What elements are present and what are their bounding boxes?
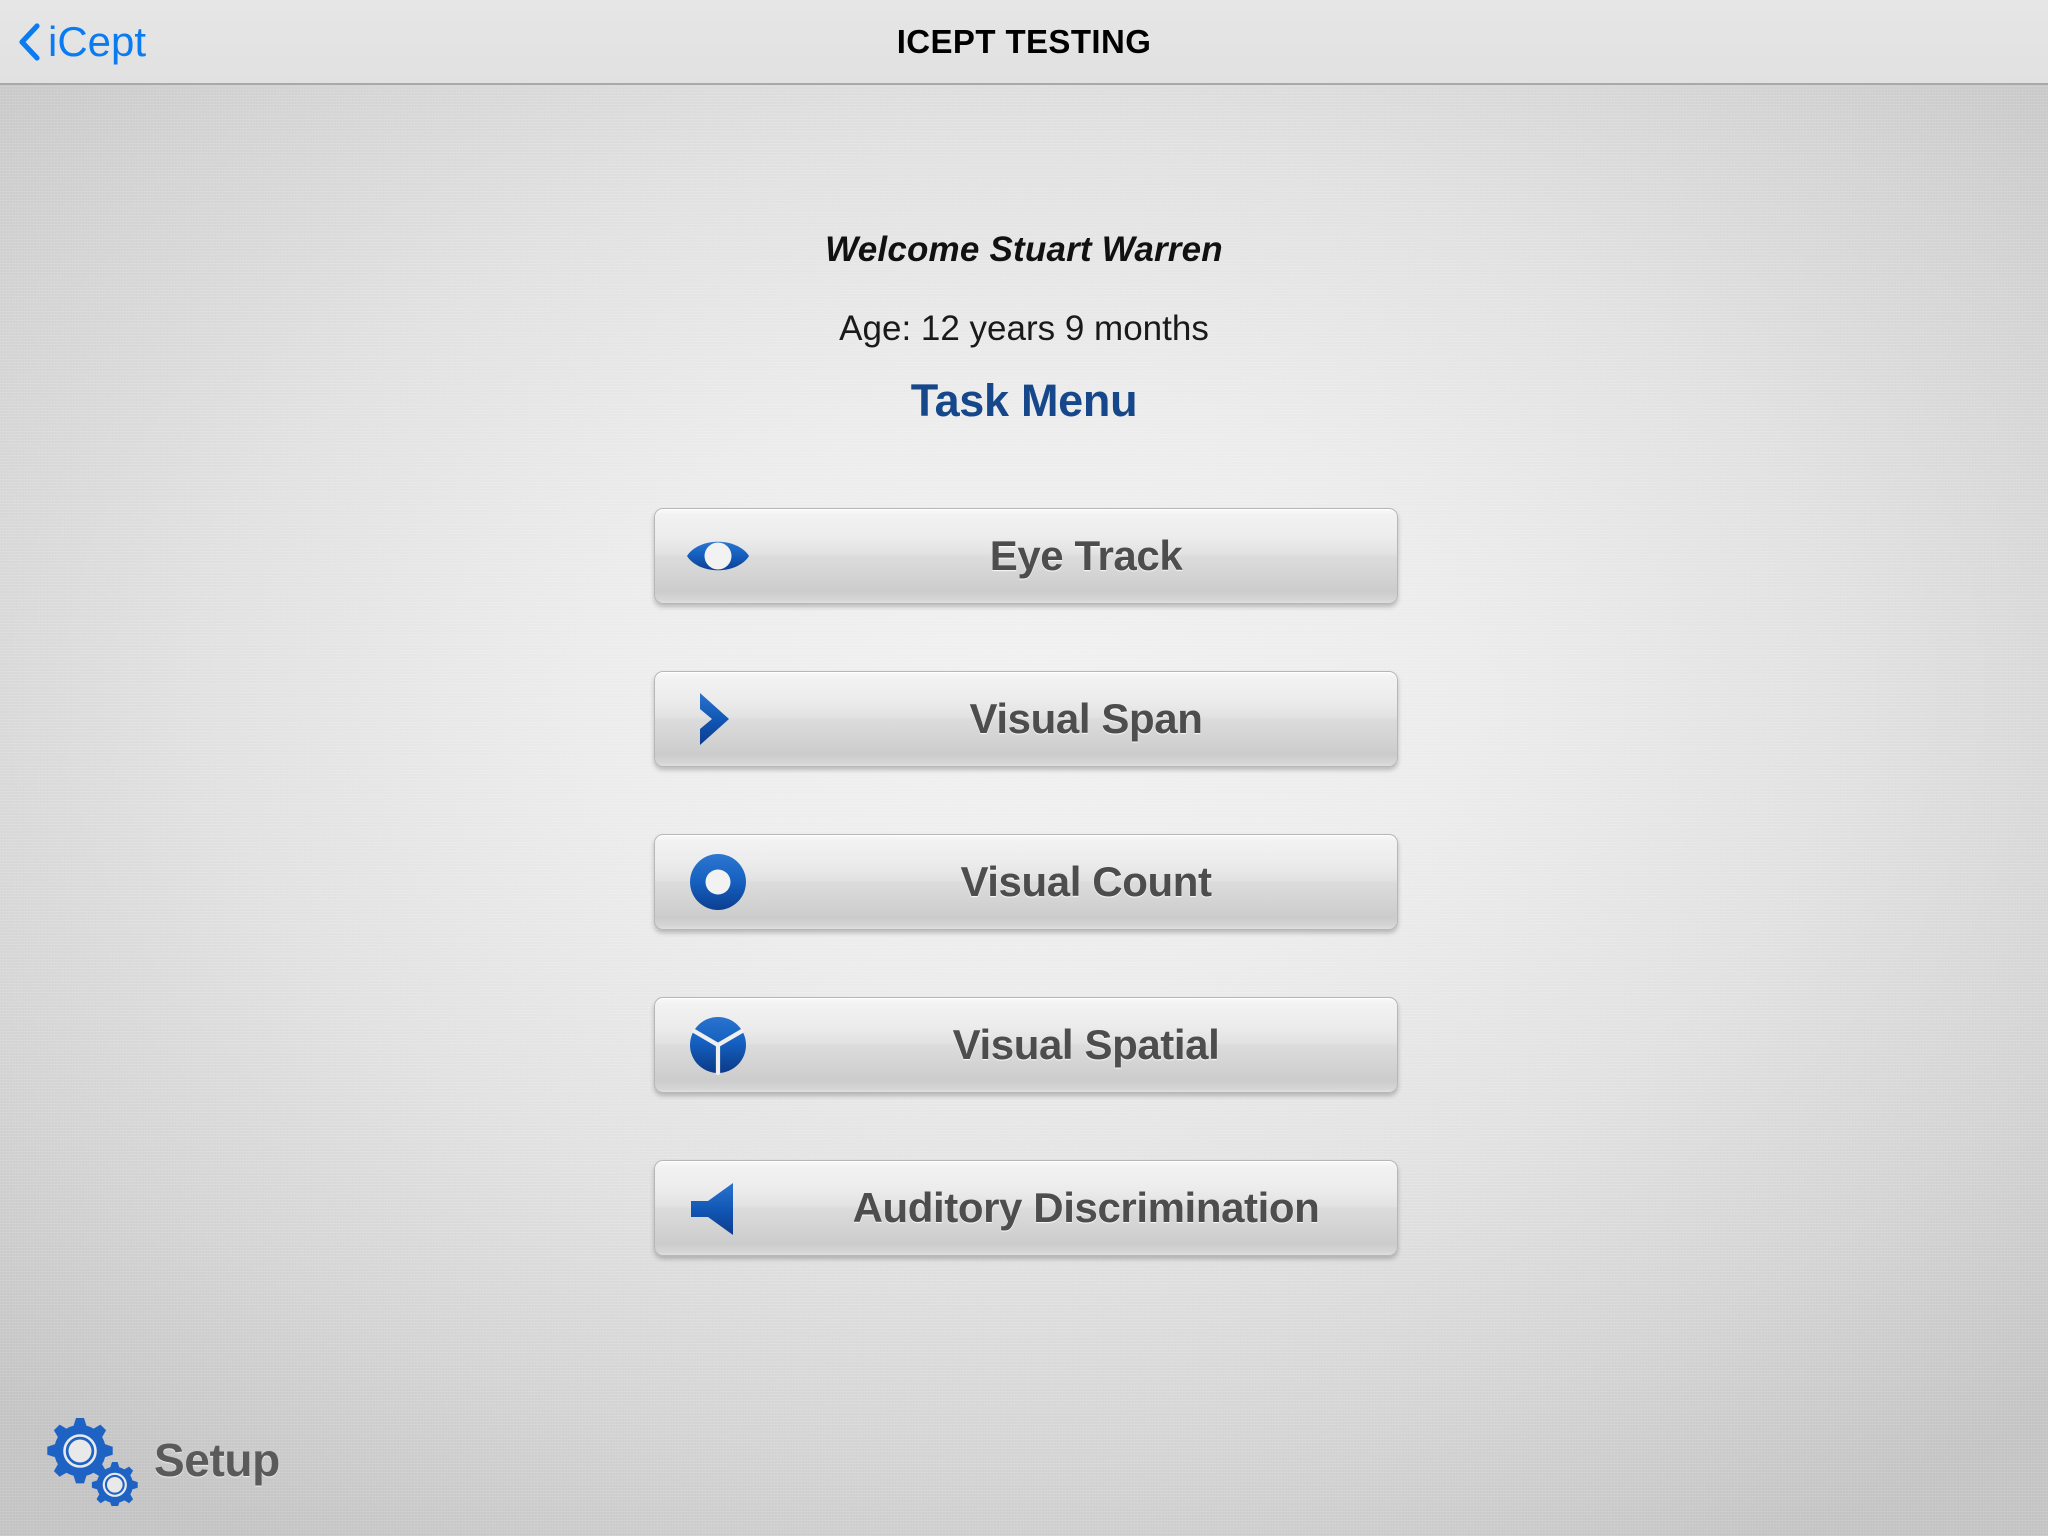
app-root: iCept ICEPT TESTING Welcome Stuart Warre…: [0, 0, 2048, 1536]
task-button-visual-count[interactable]: Visual Count: [654, 834, 1398, 930]
setup-label: Setup: [154, 1434, 280, 1486]
eye-icon: [681, 519, 755, 593]
task-button-eye-track[interactable]: Eye Track: [654, 508, 1398, 604]
task-button-label: Visual Count: [960, 858, 1212, 905]
age-label: Age: 12 years 9 months: [839, 309, 1209, 348]
circle-ring-icon: [681, 845, 755, 919]
speaker-icon: [681, 1171, 755, 1245]
main-content: Welcome Stuart Warren Age: 12 years 9 mo…: [0, 85, 2048, 1536]
task-button-label: Visual Span: [969, 695, 1203, 742]
cube-sphere-icon: [681, 1008, 755, 1082]
task-button-auditory-discrimination[interactable]: Auditory Discrimination: [654, 1160, 1398, 1256]
task-button-label: Visual Spatial: [952, 1021, 1220, 1068]
setup-button[interactable]: Setup: [38, 1414, 280, 1506]
page-title: ICEPT TESTING: [896, 22, 1152, 60]
task-button-visual-spatial[interactable]: Visual Spatial: [654, 997, 1398, 1093]
task-button-label: Auditory Discrimination: [852, 1184, 1320, 1231]
navigation-bar: iCept ICEPT TESTING: [0, 0, 2048, 85]
task-button-label: Eye Track: [989, 532, 1183, 579]
welcome-message: Welcome Stuart Warren: [825, 230, 1223, 269]
task-menu-heading: Task Menu: [910, 375, 1138, 426]
chevron-right-icon: [681, 682, 755, 756]
gears-icon: [38, 1414, 144, 1506]
task-button-visual-span[interactable]: Visual Span: [654, 671, 1398, 767]
task-menu-list: Eye Track Visual Span Visual Count Visua…: [654, 508, 1398, 1256]
